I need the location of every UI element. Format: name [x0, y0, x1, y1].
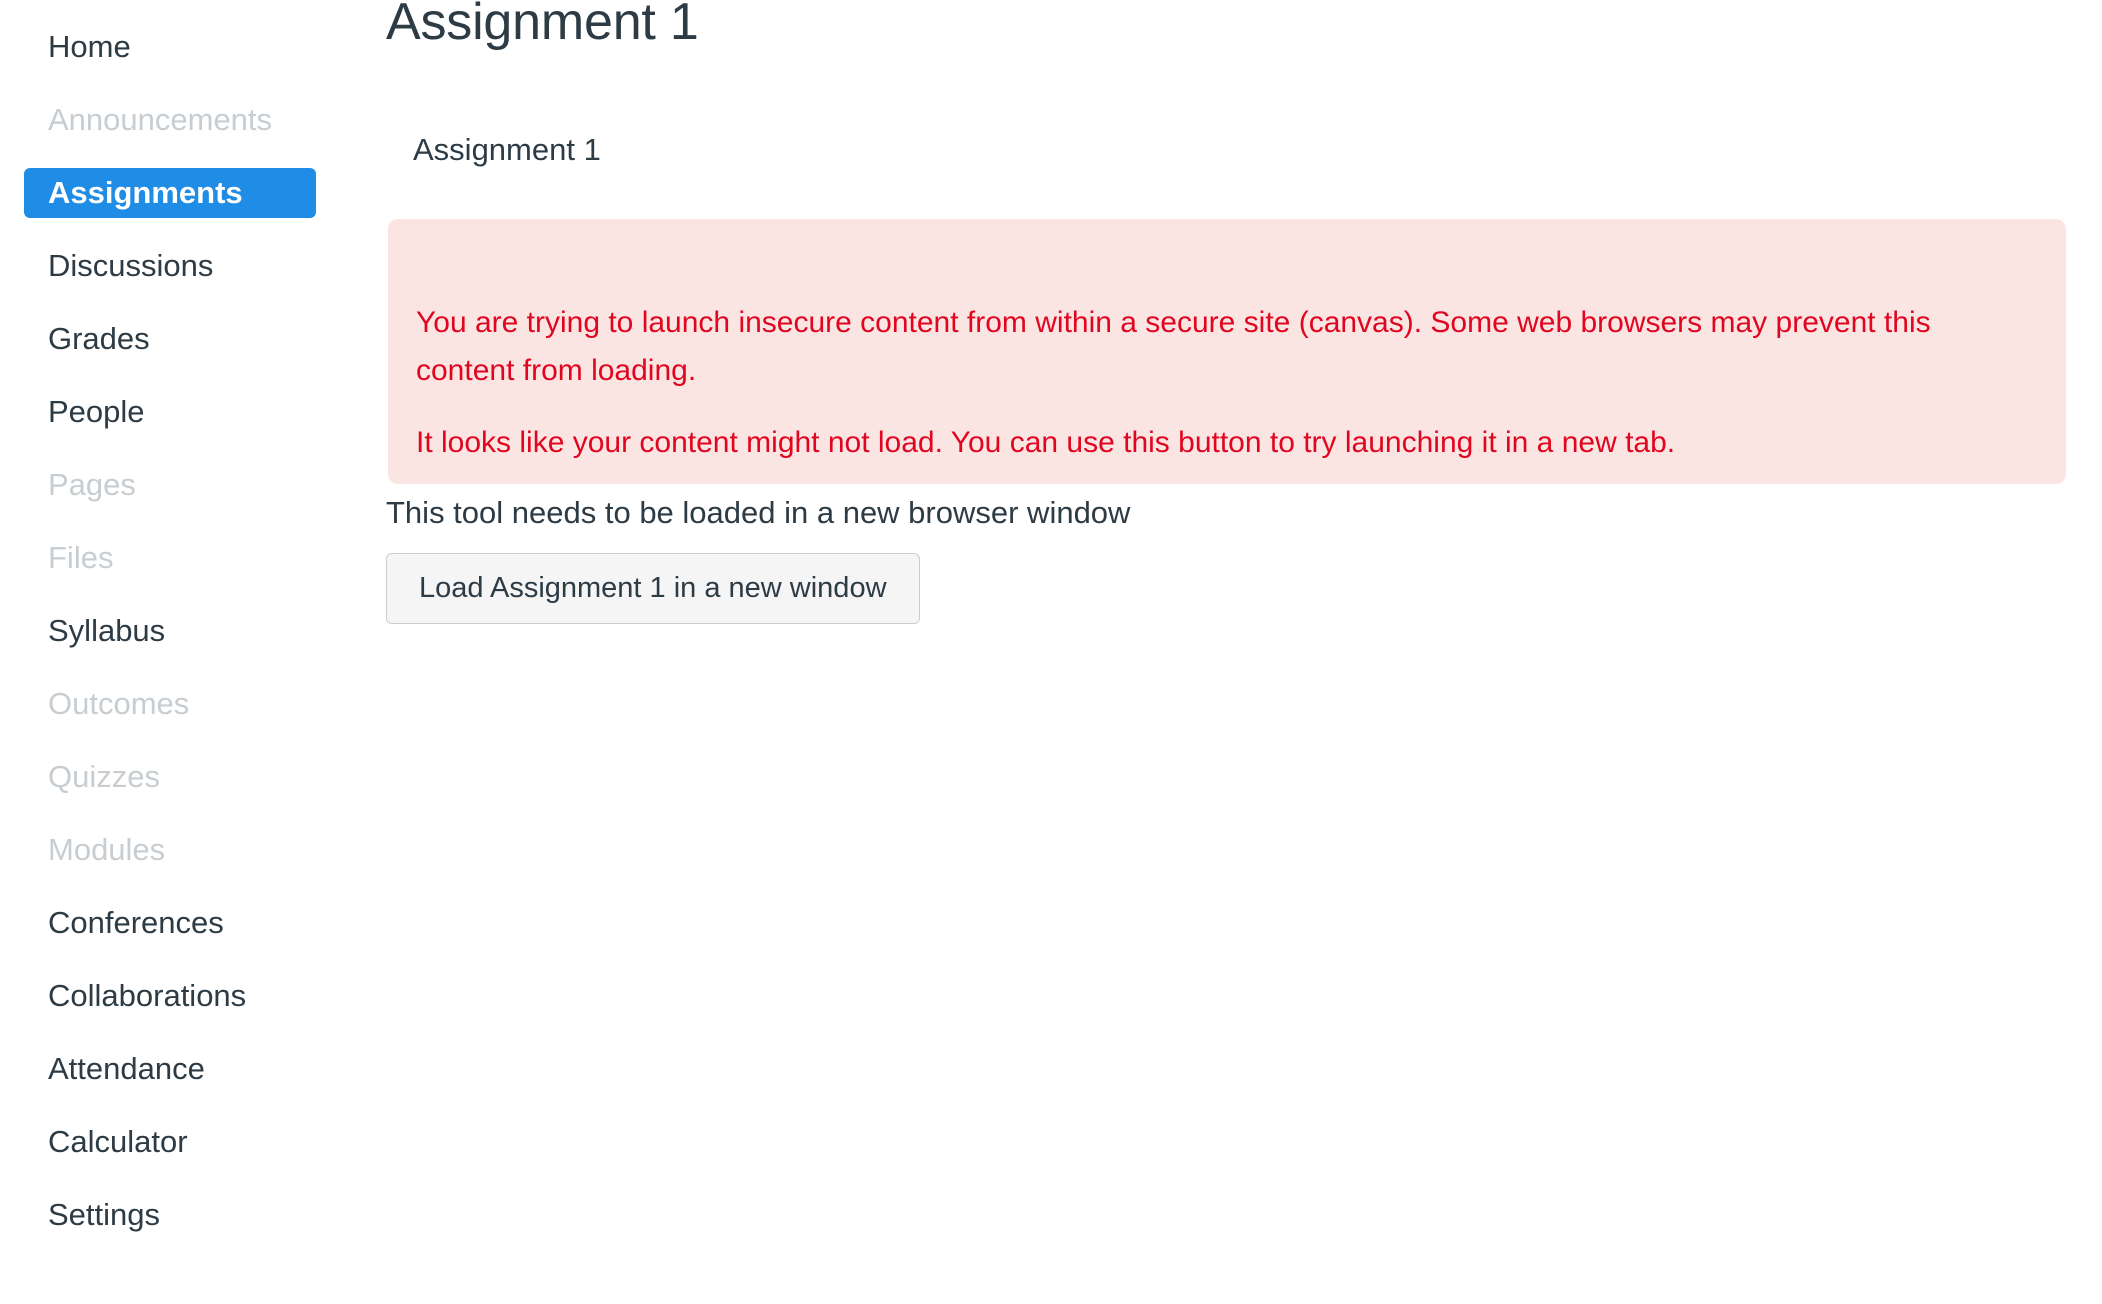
tool-subtitle: Assignment 1	[413, 132, 601, 167]
sidebar-item-settings[interactable]: Settings	[24, 1190, 316, 1240]
sidebar-item-conferences[interactable]: Conferences	[24, 898, 316, 948]
insecure-content-alert: You are trying to launch insecure conten…	[388, 219, 2066, 484]
load-in-new-window-hint: This tool needs to be loaded in a new br…	[386, 495, 1131, 530]
sidebar-item-attendance[interactable]: Attendance	[24, 1044, 316, 1094]
sidebar-item-modules: Modules	[48, 832, 166, 867]
sidebar-item-discussions[interactable]: Discussions	[24, 241, 316, 291]
sidebar-item-home[interactable]: Home	[24, 22, 316, 72]
sidebar-item-outcomes: Outcomes	[48, 686, 190, 721]
sidebar-item-assignments[interactable]: Assignments	[24, 168, 316, 218]
sidebar-item-calculator[interactable]: Calculator	[24, 1117, 316, 1167]
canvas-course-page: Home Announcements Assignments Discussions G…	[0, 0, 2102, 1304]
alert-message-primary: You are trying to launch insecure conten…	[416, 306, 1931, 387]
alert-message-secondary: It looks like your content might not loa…	[416, 426, 1676, 459]
load-in-new-window-button[interactable]: Load Assignment 1 in a new window	[386, 553, 920, 624]
sidebar-item-announcements: Announcements	[48, 102, 273, 137]
sidebar-item-collaborations[interactable]: Collaborations	[24, 971, 316, 1021]
sidebar-item-pages: Pages	[48, 467, 136, 502]
sidebar-item-quizzes: Quizzes	[48, 759, 160, 794]
sidebar-item-grades[interactable]: Grades	[24, 314, 316, 364]
sidebar-item-syllabus[interactable]: Syllabus	[24, 606, 316, 656]
page-title: Assignment 1	[386, 0, 699, 51]
sidebar-item-people[interactable]: People	[24, 387, 316, 437]
sidebar-item-files: Files	[48, 540, 114, 575]
course-navigation-sidebar: Home Announcements Assignments Discussions G…	[0, 0, 340, 1304]
main-content-area: Assignment 1 Assignment 1 You are trying…	[340, 0, 2102, 1304]
